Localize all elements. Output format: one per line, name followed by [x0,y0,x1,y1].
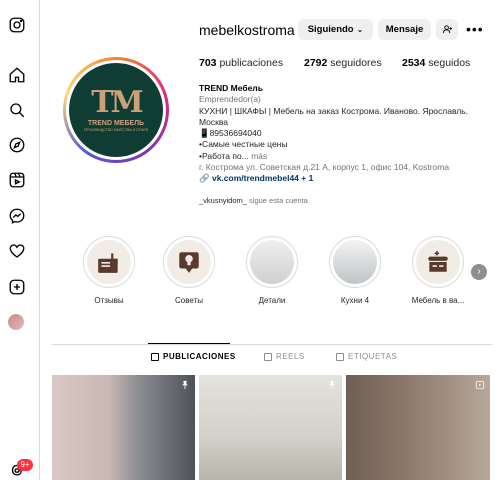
bio-line: •Работа по... más [199,150,268,161]
highlight-item[interactable]: Мебель в ва... [410,236,466,305]
followed-by-user: _vkusnyidom_ [199,196,247,205]
profile-bio: TREND Мебель Emprendedor(a) КУХНИ | ШКАФ… [199,83,489,185]
bio-line: •Самые честные цены [199,139,288,150]
highlight-item[interactable]: Советы [161,236,217,305]
post-thumbnail[interactable] [199,375,342,480]
logo-mark: TM [91,85,144,120]
bio-external-link[interactable]: 🔗 vk.com/trendmebel44 + 1 [199,173,489,184]
highlight-item[interactable]: Детали [244,236,300,305]
explore-icon[interactable] [8,136,26,154]
highlight-item[interactable]: Отзывы [81,236,137,305]
highlight-label: Отзывы [94,296,124,305]
chevron-right-icon[interactable]: › [471,264,487,280]
pin-icon [182,380,188,390]
following-button-label: Siguiendo [307,24,354,35]
home-icon[interactable] [8,66,26,84]
message-button-label: Mensaje [385,24,424,35]
message-button[interactable]: Mensaje [378,19,431,40]
posts-count: 703 publicaciones [199,57,284,69]
more-options-button[interactable]: ••• [466,22,484,36]
bio-phone: 📱89536694040 [199,128,262,139]
notification-badge: 9+ [17,459,33,471]
reels-icon [264,352,272,361]
followed-by[interactable]: _vkusnyidom_ sigue esta cuenta [199,196,308,205]
tab-reels[interactable]: REELS [264,352,305,361]
kitchen-photo [333,240,377,284]
bio-more-link[interactable]: más [251,151,267,161]
brand-logo: TM TREND МЕБЕЛЬ ПРОИЗВОДСТВО КАЧЕСТВА И … [69,63,163,157]
pin-icon [329,380,335,390]
reels-icon[interactable] [8,171,26,189]
logo-subtext: ПРОИЗВОДСТВО КАЧЕСТВА И СТИЛЯ [83,128,149,132]
profile-username: mebelkostroma [199,22,295,38]
bio-line: КУХНИ | ШКАФЫ | Мебель на заказ Кострома… [199,105,469,127]
profile-category: Emprendedor(a) [199,94,261,105]
messenger-icon[interactable] [8,207,26,225]
followers-count[interactable]: 2792 seguidores [304,57,382,69]
link-icon: 🔗 [199,173,210,184]
reel-icon [475,380,485,390]
grid-icon [151,352,159,361]
bio-address[interactable]: г. Кострома ул. Советская д.21 А, корпус… [199,162,489,173]
suggest-users-button[interactable] [436,19,458,40]
following-count[interactable]: 2534 seguidos [402,57,470,69]
highlight-label: Детали [258,296,286,305]
profile-avatar[interactable]: TM TREND МЕБЕЛЬ ПРОИЗВОДСТВО КАЧЕСТВА И … [63,57,169,163]
tag-icon [336,352,344,361]
post-thumbnail[interactable] [346,375,490,480]
highlight-label: Советы [175,296,203,305]
nav-rail: 9+ [0,0,40,480]
logo-text: TREND МЕБЕЛЬ [87,120,145,127]
highlight-label: Мебель в ва... [411,296,465,305]
heart-icon[interactable] [8,242,26,260]
thumbs-up-icon [98,253,118,273]
kitchen-photo [250,240,294,284]
search-icon[interactable] [8,101,26,119]
tab-posts[interactable]: PUBLICACIONES [151,352,236,361]
tab-tagged[interactable]: ETIQUETAS [336,352,397,361]
sink-cabinet-icon [428,251,448,272]
tabs-divider [52,344,492,345]
highlight-item[interactable]: Кухни 4 [327,236,383,305]
chevron-down-icon: ⌄ [356,25,364,34]
add-user-icon [442,25,452,34]
highlight-label: Кухни 4 [340,296,370,305]
lightbulb-icon [179,252,199,273]
post-thumbnail[interactable] [52,375,195,480]
following-button[interactable]: Siguiendo ⌄ [298,19,373,40]
active-tab-indicator [148,343,230,344]
profile-display-name: TREND Мебель [199,83,263,93]
create-icon[interactable] [8,278,26,296]
profile-avatar-mini[interactable] [8,314,24,330]
instagram-logo-icon[interactable] [8,16,26,34]
